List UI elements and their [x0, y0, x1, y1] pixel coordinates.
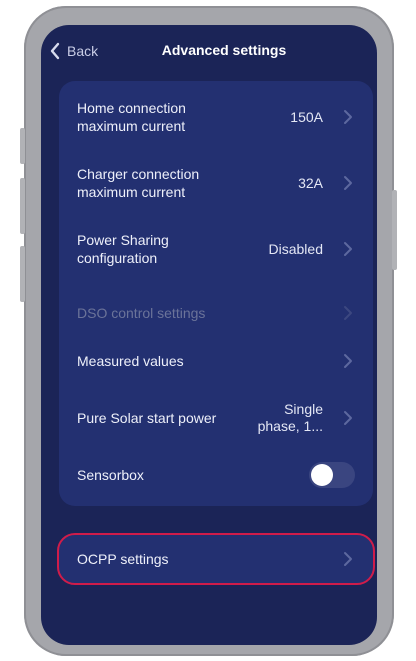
- phone-volume-down-button: [20, 246, 25, 302]
- setting-value: Disabled: [268, 240, 323, 257]
- ocpp-settings-label: OCPP settings: [77, 551, 169, 567]
- top-bar: Back Advanced settings: [41, 25, 377, 77]
- chevron-right-icon: [344, 411, 352, 425]
- chevron-right-icon: [344, 306, 352, 320]
- setting-dso-control: DSO control settings: [59, 297, 373, 329]
- setting-label: Pure Solar start power: [77, 410, 217, 426]
- phone-power-button: [392, 190, 397, 270]
- phone-side-button: [20, 128, 25, 164]
- setting-label: Measured values: [77, 353, 184, 369]
- phone-screen: Back Advanced settings Home connection m…: [41, 25, 377, 645]
- settings-panel: Home connection maximum current 150A Cha…: [59, 81, 373, 506]
- setting-value: 32A: [298, 174, 323, 191]
- chevron-right-icon: [344, 176, 352, 190]
- toggle-knob: [311, 464, 333, 486]
- setting-label: Charger connection maximum current: [77, 166, 200, 200]
- chevron-right-icon: [344, 354, 352, 368]
- setting-home-connection-max-current[interactable]: Home connection maximum current 150A: [59, 91, 373, 143]
- setting-measured-values[interactable]: Measured values: [59, 337, 373, 385]
- setting-label: Home connection maximum current: [77, 100, 186, 134]
- setting-value: Single phase, 1...: [257, 401, 323, 434]
- sensorbox-toggle[interactable]: [309, 462, 355, 488]
- chevron-right-icon: [344, 110, 352, 124]
- setting-charger-connection-max-current[interactable]: Charger connection maximum current 32A: [59, 157, 373, 209]
- setting-power-sharing-configuration[interactable]: Power Sharing configuration Disabled: [59, 223, 373, 275]
- chevron-right-icon: [344, 242, 352, 256]
- setting-label: Power Sharing configuration: [77, 232, 169, 266]
- setting-label: DSO control settings: [77, 305, 206, 321]
- setting-sensorbox: Sensorbox: [59, 451, 373, 499]
- phone-volume-up-button: [20, 178, 25, 234]
- setting-value: 150A: [290, 108, 323, 125]
- chevron-right-icon: [344, 552, 352, 566]
- ocpp-settings-row[interactable]: OCPP settings: [59, 535, 373, 583]
- page-title: Advanced settings: [161, 42, 287, 58]
- setting-pure-solar-start-power[interactable]: Pure Solar start power Single phase, 1..…: [59, 389, 373, 447]
- setting-label: Sensorbox: [77, 467, 144, 483]
